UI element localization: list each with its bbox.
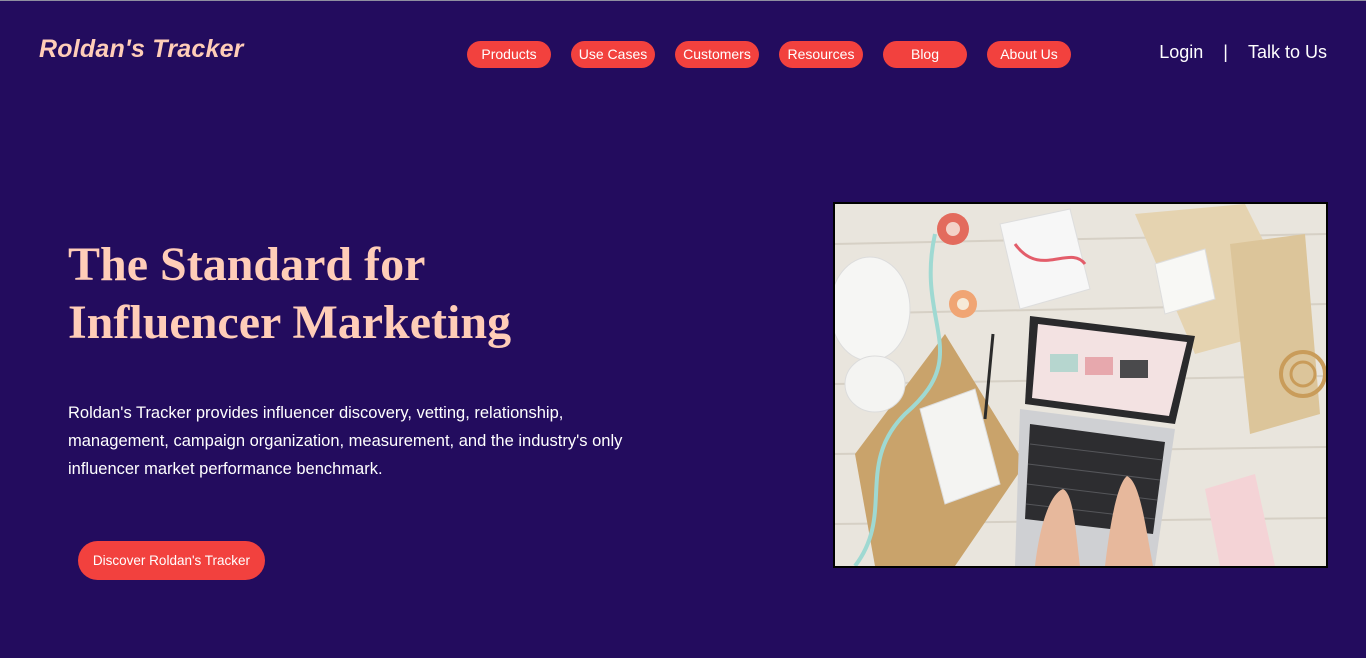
- hero-image: [833, 202, 1328, 568]
- nav-item-blog[interactable]: Blog: [883, 41, 967, 68]
- desk-laptop-illustration: [835, 204, 1326, 566]
- hero-title-line-2: Influencer Marketing: [68, 296, 512, 349]
- auth-links: Login | Talk to Us: [1159, 42, 1327, 63]
- login-link[interactable]: Login: [1159, 42, 1203, 63]
- nav-item-products[interactable]: Products: [467, 41, 551, 68]
- main-nav: Products Use Cases Customers Resources B…: [467, 41, 1071, 68]
- discover-button[interactable]: Discover Roldan's Tracker: [78, 541, 265, 580]
- talk-to-us-link[interactable]: Talk to Us: [1248, 42, 1327, 63]
- hero-title-line-1: The Standard for: [68, 238, 426, 291]
- nav-item-customers[interactable]: Customers: [675, 41, 759, 68]
- hero-description: Roldan's Tracker provides influencer dis…: [68, 404, 623, 478]
- nav-item-resources[interactable]: Resources: [779, 41, 863, 68]
- nav-item-about-us[interactable]: About Us: [987, 41, 1071, 68]
- brand-logo[interactable]: Roldan's Tracker: [39, 35, 244, 64]
- nav-item-use-cases[interactable]: Use Cases: [571, 41, 655, 68]
- auth-separator: |: [1223, 42, 1228, 62]
- hero-title: The Standard for Influencer Marketing: [68, 236, 628, 352]
- top-border: [0, 0, 1366, 1]
